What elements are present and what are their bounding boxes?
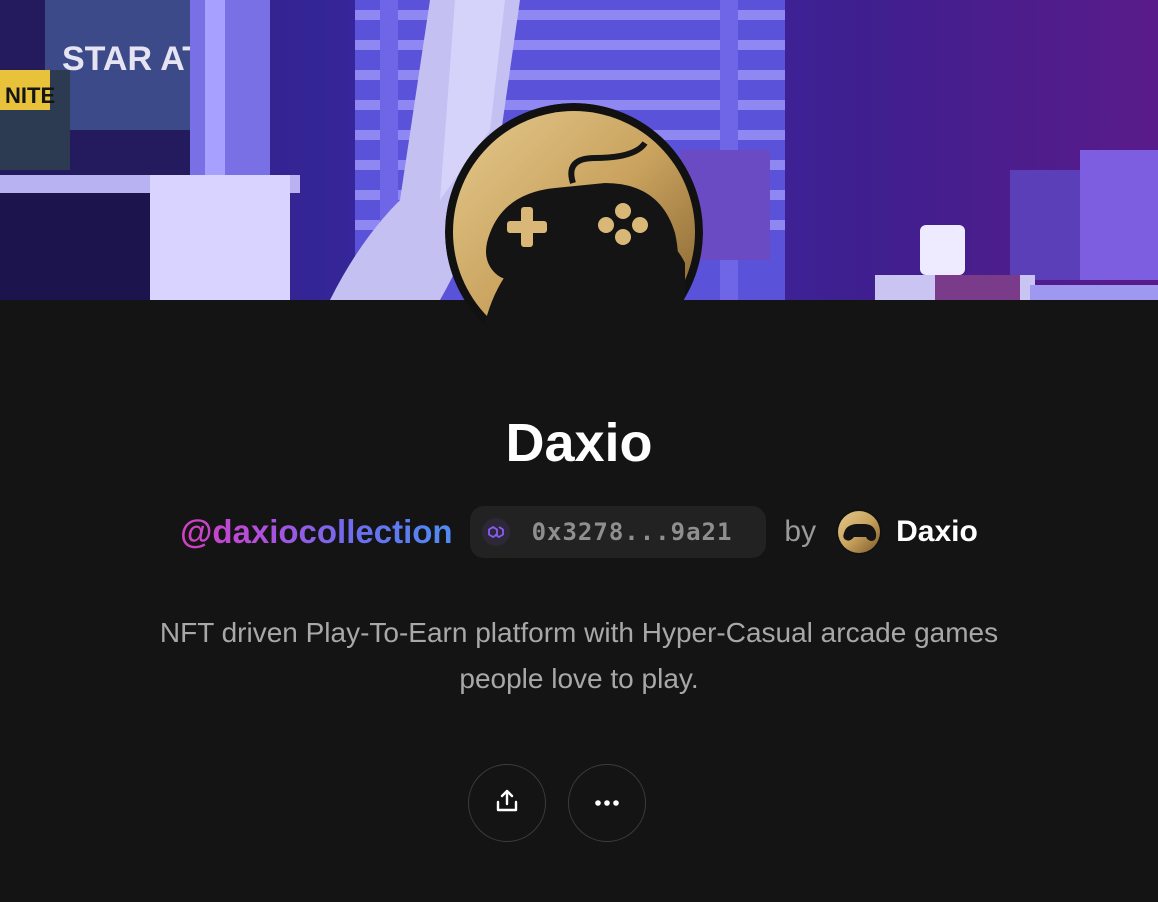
creator-avatar[interactable] <box>836 509 883 555</box>
collection-title: Daxio <box>505 413 653 473</box>
share-button[interactable] <box>468 764 546 842</box>
contract-address-button[interactable]: 0x3278...9a21 <box>469 506 767 558</box>
more-options-button[interactable] <box>568 764 646 842</box>
share-icon <box>494 788 520 819</box>
collection-meta-row: @daxiocollection 0x3278...9a21 by Daxio <box>0 504 1158 560</box>
creator-name-link[interactable]: Daxio <box>896 515 978 549</box>
polygon-icon <box>481 518 510 546</box>
contract-address: 0x3278...9a21 <box>531 518 733 546</box>
banner-text-nite: NITE <box>5 83 55 108</box>
by-label: by <box>784 515 817 548</box>
collection-avatar <box>445 103 703 361</box>
collection-handle-link[interactable]: @daxiocollection <box>180 512 452 552</box>
collection-description: NFT driven Play-To-Earn platform with Hy… <box>159 617 999 694</box>
more-dots-icon <box>594 794 620 812</box>
